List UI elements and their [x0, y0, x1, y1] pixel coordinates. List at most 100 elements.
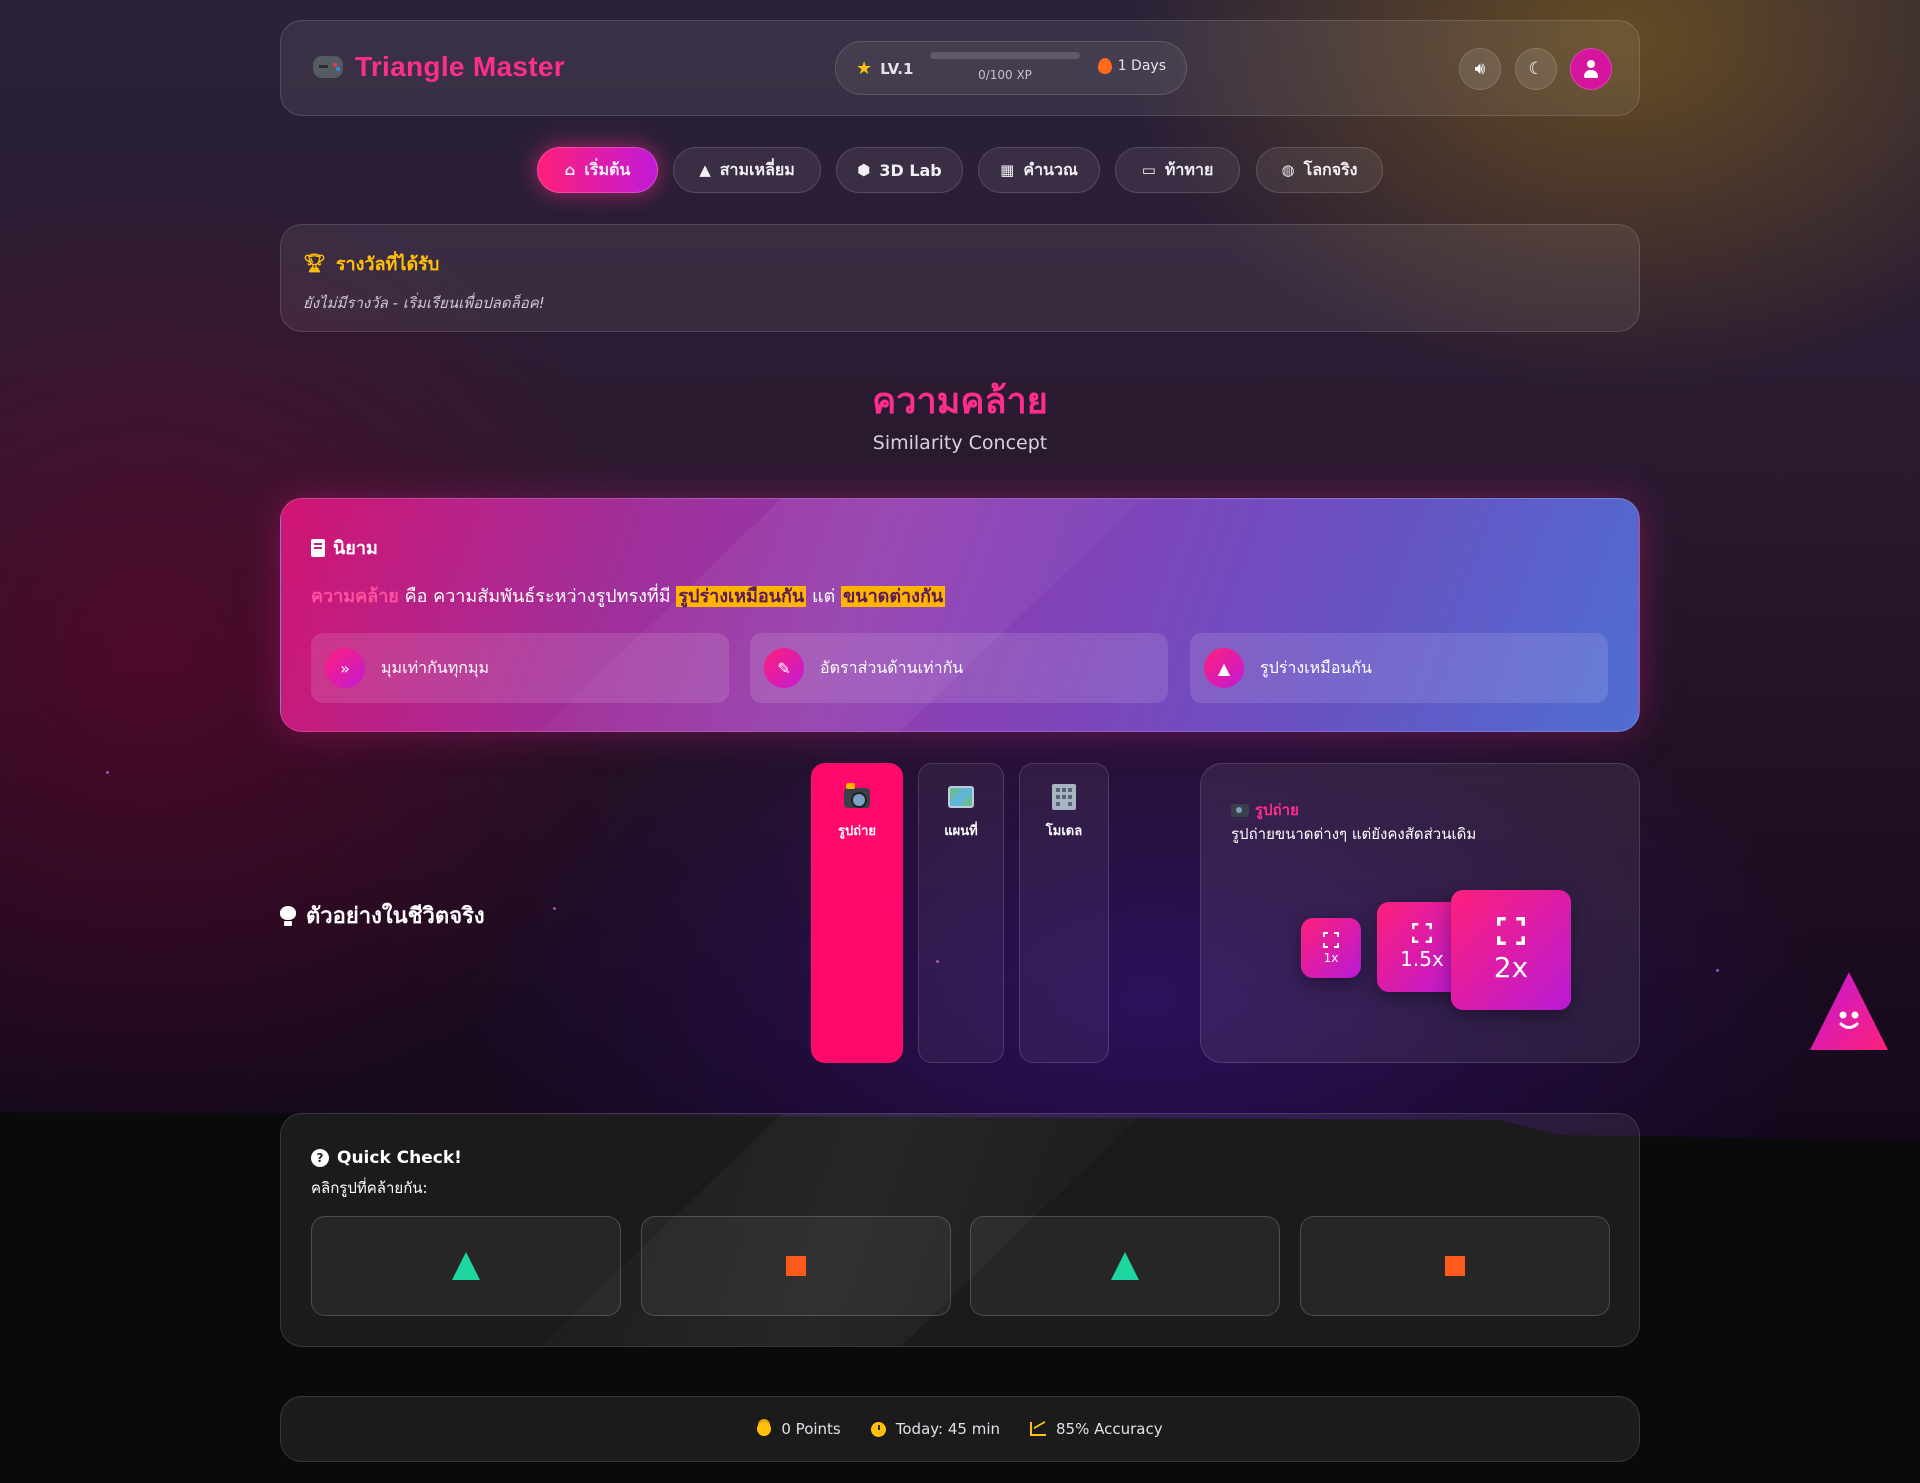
feature-same-shape: ▲ รูปร่างเหมือนกัน [1190, 633, 1608, 703]
definition-heading: นิยาม [311, 533, 378, 562]
profile-button[interactable] [1570, 48, 1612, 90]
shapes-icon: ▲ [699, 161, 711, 179]
quick-check-card: ? Quick Check! คลิกรูปที่คล้ายกัน: [280, 1113, 1640, 1347]
clock-icon [870, 1421, 886, 1437]
sound-button[interactable]: 🔊︎ [1459, 48, 1501, 90]
level-label: LV.1 [880, 59, 914, 78]
accuracy-text: 85% Accuracy [1056, 1420, 1163, 1438]
square-shape [1445, 1256, 1465, 1276]
time-stat: Today: 45 min [870, 1420, 1000, 1438]
streak: 1 Days [1097, 58, 1166, 74]
particle [553, 907, 556, 910]
tab-start[interactable]: ⌂ เริ่มต้น [537, 147, 658, 193]
awards-panel: 🏆︎ รางวัลที่ได้รับ ยังไม่มีรางวัล - เริ่… [280, 224, 1640, 332]
building-icon [1052, 784, 1076, 810]
camera-icon [1231, 803, 1249, 817]
example-tab-model[interactable]: โมเดล [1019, 763, 1109, 1063]
example-tab-label: รูปถ่าย [837, 824, 877, 839]
scale-box-1x[interactable]: 1x [1301, 918, 1361, 978]
home-icon: ⌂ [564, 161, 576, 179]
awards-empty-text: ยังไม่มีรางวัล - เริ่มเรียนเพื่อปลดล็อค! [303, 294, 545, 312]
tab-calculate[interactable]: ▦ คำนวณ [978, 147, 1100, 193]
particle [106, 771, 109, 774]
lightbulb-icon [280, 905, 296, 926]
example-detail-title: รูปถ่าย [1255, 801, 1299, 819]
feature-label: มุมเท่ากันทุกมุม [381, 657, 490, 677]
expand-icon [1497, 916, 1525, 945]
app-header: Triangle Master ★ LV.1 0/100 XP 1 Days 🔊… [280, 20, 1640, 116]
book-icon [311, 538, 325, 557]
feature-equal-angles: » มุมเท่ากันทุกมุม [311, 633, 729, 703]
quick-check-option-4[interactable] [1300, 1216, 1610, 1316]
scale-box-2x[interactable]: 2x [1451, 890, 1571, 1010]
coins-icon [757, 1422, 772, 1436]
awards-title: รางวัลที่ได้รับ [335, 254, 440, 275]
awards-heading: 🏆︎ รางวัลที่ได้รับ [303, 249, 439, 278]
tab-real-world[interactable]: ◍ โลกจริง [1256, 147, 1383, 193]
quick-check-option-2[interactable] [641, 1216, 951, 1316]
definition-term: ความคล้าย [311, 586, 399, 607]
tab-challenge[interactable]: ▭ ท้าทาย [1115, 147, 1240, 193]
definition-text: ความคล้าย คือ ความสัมพันธ์ระหว่างรูปทรงท… [311, 581, 946, 610]
flame-icon [1097, 58, 1112, 74]
quick-check-option-1[interactable] [311, 1216, 621, 1316]
level-badge: ★ LV.1 [856, 58, 913, 79]
scale-label: 2x [1493, 950, 1529, 984]
feature-label: รูปร่างเหมือนกัน [1260, 657, 1372, 677]
example-detail-description: รูปถ่ายขนาดต่างๆ แต่ยังคงสัดส่วนเดิม [1231, 825, 1477, 843]
user-icon [1582, 60, 1600, 78]
definition-highlight: ขนาดต่างกัน [840, 586, 946, 607]
volume-icon: 🔊︎ [1474, 59, 1486, 79]
quick-check-option-3[interactable] [970, 1216, 1280, 1316]
real-life-title: ตัวอย่างในชีวิตจริง [306, 904, 485, 929]
theme-toggle-button[interactable]: ☾ [1515, 48, 1557, 90]
globe-icon: ◍ [1281, 161, 1295, 179]
scale-label: 1x [1323, 950, 1339, 965]
feature-label: อัตราส่วนด้านเท่ากัน [820, 657, 964, 677]
calculator-icon: ▦ [1000, 161, 1015, 179]
page-title: ความคล้าย [872, 381, 1048, 422]
stats-bar: 0 Points Today: 45 min 85% Accuracy [280, 1396, 1640, 1462]
points-text: 0 Points [781, 1420, 841, 1438]
chart-line-icon [1030, 1422, 1047, 1436]
tab-label: ท้าทาย [1164, 159, 1214, 179]
tab-label: คำนวณ [1023, 159, 1078, 179]
feature-equal-ratio: ✎ อัตราส่วนด้านเท่ากัน [750, 633, 1168, 703]
double-chevron-icon: » [325, 648, 365, 688]
tab-label: โลกจริง [1303, 159, 1358, 179]
xp-text: 0/100 XP [978, 68, 1032, 82]
tab-triangles[interactable]: ▲ สามเหลี่ยม [673, 147, 821, 193]
brand[interactable]: Triangle Master [313, 51, 565, 83]
moon-icon: ☾ [1528, 59, 1544, 79]
points-stat: 0 Points [757, 1420, 841, 1438]
xp-bar [930, 52, 1080, 59]
definition-title: นิยาม [333, 538, 378, 559]
triangle-shape [1111, 1252, 1139, 1280]
quick-check-instruction: คลิกรูปที่คล้ายกัน: [311, 1179, 428, 1197]
streak-text: 1 Days [1117, 58, 1166, 74]
camera-icon [844, 783, 870, 808]
tab-3d-lab[interactable]: ⬢ 3D Lab [836, 147, 963, 193]
particle [1716, 969, 1719, 972]
accuracy-stat: 85% Accuracy [1030, 1420, 1163, 1438]
definition-text-part: คือ ความสัมพันธ์ระหว่างรูปทรงที่มี [398, 586, 677, 607]
definition-card: นิยาม ความคล้าย คือ ความสัมพันธ์ระหว่างร… [280, 498, 1640, 732]
example-tab-photo[interactable]: รูปถ่าย [811, 763, 903, 1063]
cube-icon: ⬢ [857, 161, 871, 179]
definition-highlight: รูปร่างเหมือนกัน [676, 586, 807, 607]
example-tab-label: แผนที่ [944, 824, 978, 839]
tab-label: สามเหลี่ยม [719, 159, 795, 179]
level-progress: ★ LV.1 0/100 XP 1 Days [835, 41, 1187, 95]
triangle-mascot[interactable] [1808, 970, 1890, 1052]
tab-label: 3D Lab [879, 160, 942, 180]
example-detail-panel: รูปถ่าย รูปถ่ายขนาดต่างๆ แต่ยังคงสัดส่วน… [1200, 763, 1640, 1063]
triangle-shape [452, 1252, 480, 1280]
example-detail-heading: รูปถ่าย [1231, 798, 1299, 822]
example-tab-label: โมเดล [1045, 824, 1083, 839]
gamepad-icon: ▭ [1141, 161, 1156, 179]
expand-icon [1323, 931, 1339, 948]
shapes-icon: ▲ [1204, 648, 1244, 688]
star-icon: ★ [856, 58, 873, 79]
example-tab-map[interactable]: แผนที่ [918, 763, 1004, 1063]
page-subtitle: Similarity Concept [872, 432, 1048, 454]
